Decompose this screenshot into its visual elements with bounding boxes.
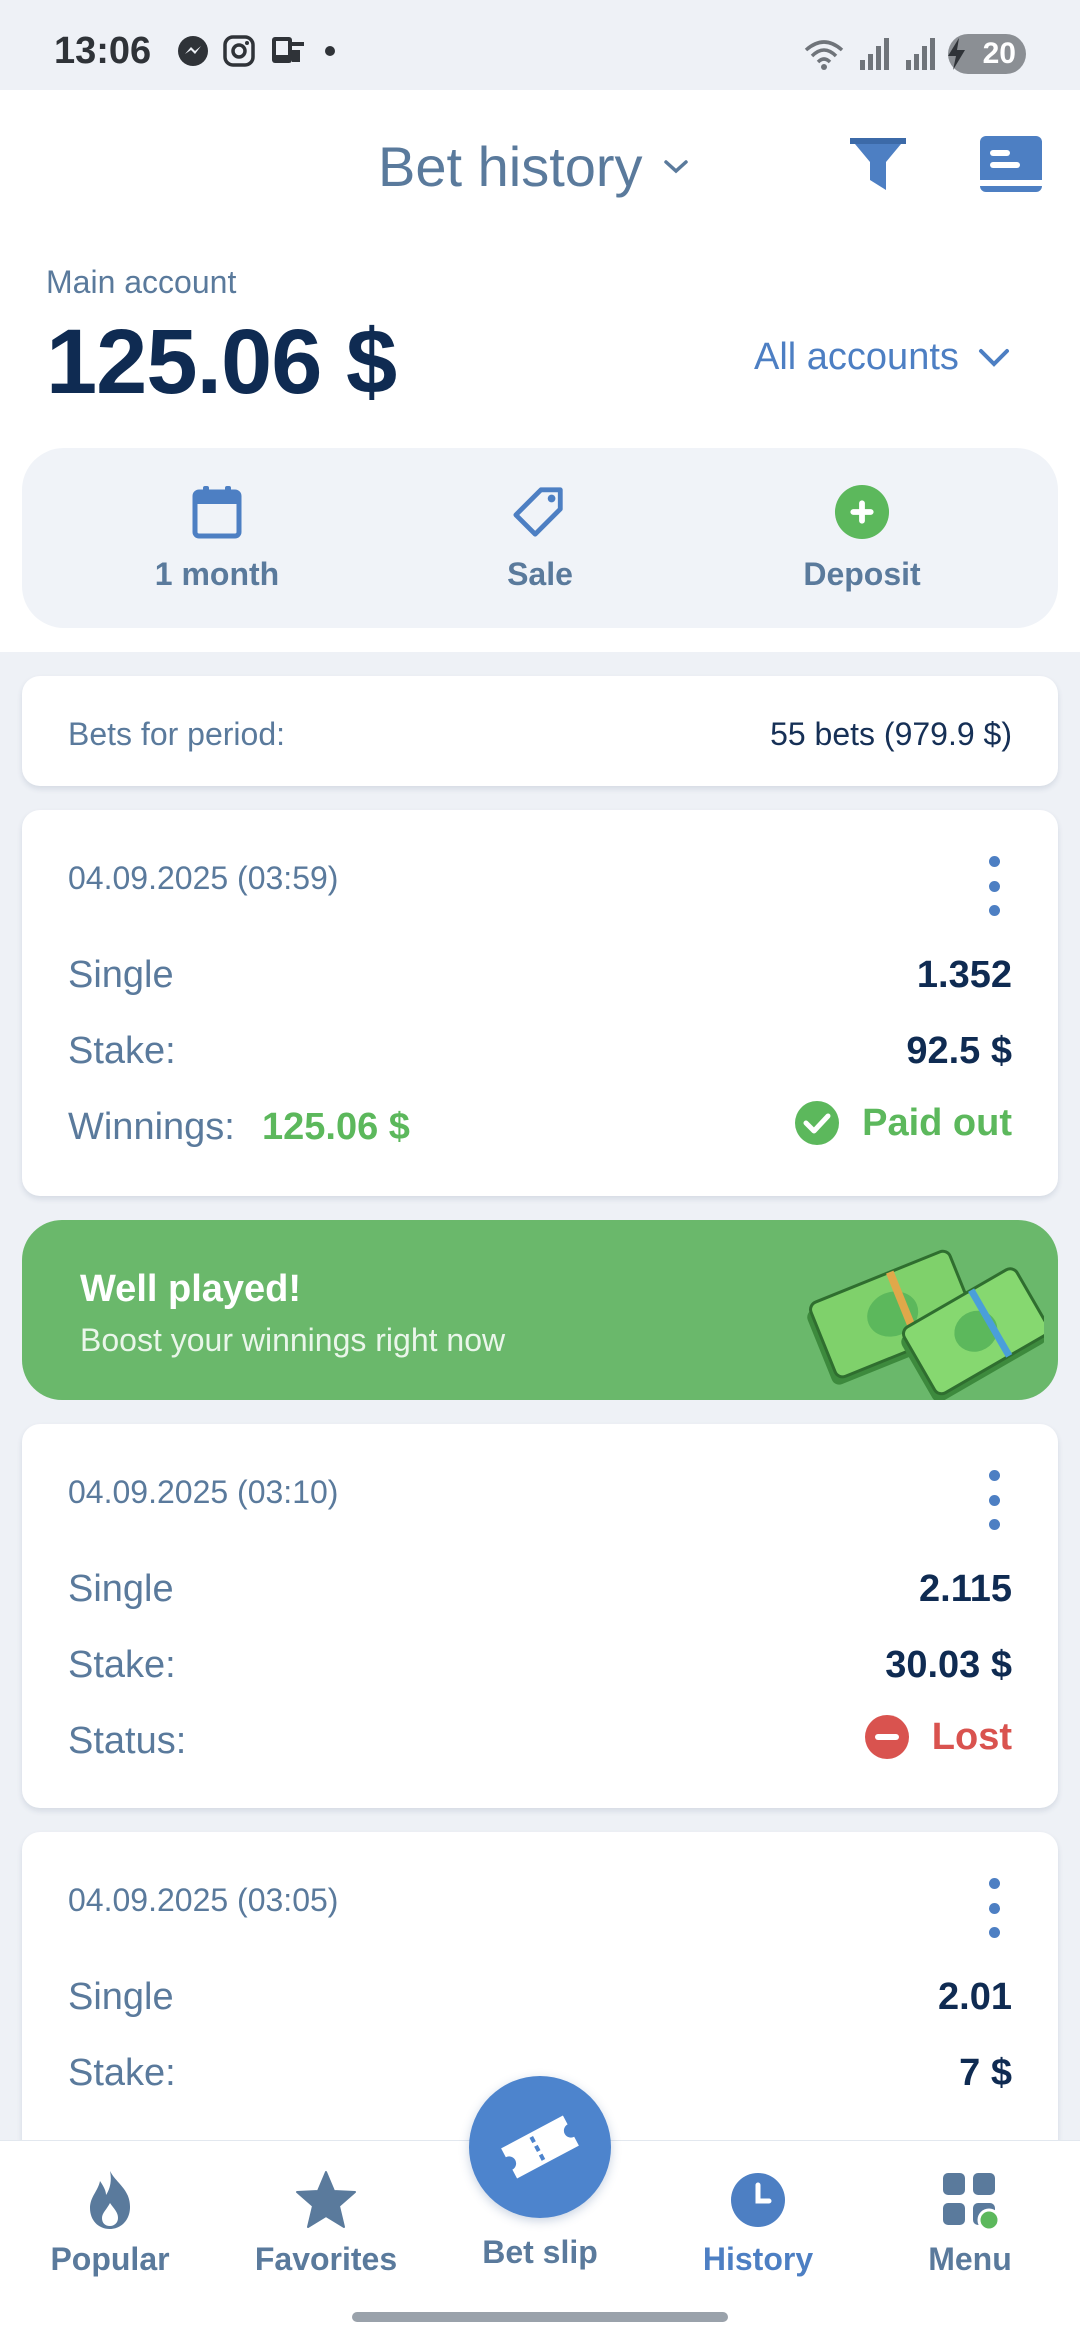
signal-icon-1 — [860, 38, 889, 70]
charging-icon — [948, 38, 965, 70]
nav-popular-label: Popular — [50, 2241, 170, 2277]
flame-icon — [90, 2171, 130, 2229]
bet-odds: 2.115 — [919, 1568, 1012, 1610]
status-time: 13:06 — [54, 30, 152, 72]
page-title: Bet history — [378, 135, 643, 198]
nav-history[interactable]: History — [650, 2141, 866, 2301]
quick-actions: 1 month Sale Deposit — [22, 448, 1058, 628]
title-dropdown[interactable]: Bet history — [378, 134, 691, 199]
all-accounts-label: All accounts — [754, 336, 959, 378]
period-summary: Bets for period: 55 bets (979.9 $) — [22, 676, 1058, 786]
bet-odds: 1.352 — [916, 954, 1012, 996]
bet-card[interactable]: 04.09.2025 (03:59) Single 1.352 Stake: 9… — [22, 810, 1058, 1196]
stake-label: Stake: — [68, 1644, 176, 1686]
period-summary-label: Bets for period: — [68, 716, 285, 752]
header: Bet history Main account 125.06 $ All ac… — [0, 90, 1080, 652]
plus-circle-icon — [834, 484, 890, 540]
more-notifications-icon — [325, 46, 335, 56]
more-options-icon[interactable] — [984, 856, 1004, 916]
winnings-value: 125.06 $ — [262, 1106, 410, 1148]
period-button[interactable]: 1 month — [67, 448, 367, 628]
promo-subtitle: Boost your winnings right now — [80, 1322, 506, 1358]
more-options-icon[interactable] — [984, 1470, 1004, 1530]
stake-label: Stake: — [68, 2052, 176, 2094]
status-bar: 13:06 20 — [0, 0, 1080, 90]
bet-date: 04.09.2025 (03:59) — [68, 860, 339, 896]
filter-icon[interactable] — [846, 132, 910, 196]
status-badge: Lost — [864, 1714, 1012, 1760]
calendar-icon — [192, 486, 242, 539]
bet-slip-label: Bet slip — [482, 2234, 598, 2270]
battery-level: 20 — [982, 37, 1016, 70]
statement-icon[interactable] — [978, 134, 1044, 194]
nav-menu[interactable]: Menu — [862, 2141, 1078, 2301]
nav-favorites[interactable]: Favorites — [218, 2141, 434, 2301]
minus-circle-icon — [864, 1715, 909, 1759]
check-circle-icon — [795, 1101, 840, 1145]
promo-banner[interactable]: Well played! Boost your winnings right n… — [22, 1220, 1058, 1400]
status-text: Lost — [931, 1715, 1012, 1758]
wifi-icon — [804, 40, 844, 70]
bet-type: Single — [68, 1976, 174, 2018]
account-label: Main account — [46, 264, 237, 300]
stake-value: 7 $ — [959, 2052, 1012, 2094]
status-label: Status: — [68, 1720, 187, 1762]
bet-odds: 2.01 — [938, 1976, 1012, 2018]
chevron-down-icon — [978, 348, 1009, 367]
winnings-label: Winnings: — [68, 1106, 235, 1148]
bet-card[interactable]: 04.09.2025 (03:10) Single 2.115 Stake: 3… — [22, 1424, 1058, 1808]
home-indicator[interactable] — [352, 2312, 728, 2322]
bet-slip-button[interactable] — [469, 2076, 611, 2218]
notification-icons — [176, 34, 340, 68]
period-label: 1 month — [154, 556, 280, 592]
bet-date: 04.09.2025 (03:10) — [68, 1474, 339, 1510]
sale-label: Sale — [507, 556, 573, 592]
instagram-icon — [223, 35, 255, 67]
stake-value: 92.5 $ — [906, 1030, 1012, 1072]
battery-indicator: 20 — [948, 34, 1026, 74]
stake-label: Stake: — [68, 1030, 176, 1072]
nav-history-label: History — [702, 2241, 814, 2277]
nav-menu-label: Menu — [928, 2241, 1012, 2277]
all-accounts-dropdown[interactable]: All accounts — [754, 336, 1011, 379]
period-summary-value: 55 bets (979.9 $) — [770, 716, 1012, 752]
messenger-icon — [178, 36, 208, 66]
signal-icon-2 — [906, 38, 935, 70]
stake-value: 30.03 $ — [885, 1644, 1012, 1686]
grid-menu-icon — [943, 2173, 1001, 2231]
app-notification-icon — [272, 37, 304, 63]
star-icon — [296, 2171, 356, 2228]
status-text: Paid out — [862, 1101, 1012, 1144]
bet-type: Single — [68, 1568, 174, 1610]
chevron-down-icon — [663, 159, 688, 173]
bet-date: 04.09.2025 (03:05) — [68, 1882, 339, 1918]
money-stack-icon — [807, 1249, 1044, 1400]
clock-icon — [731, 2173, 785, 2227]
account-balance: 125.06 $ — [46, 311, 397, 413]
system-icons: 20 — [802, 34, 1026, 74]
status-badge: Paid out — [794, 1100, 1012, 1146]
more-options-icon[interactable] — [984, 1878, 1004, 1938]
nav-favorites-label: Favorites — [254, 2241, 398, 2277]
ticket-icon — [501, 2115, 579, 2179]
deposit-button[interactable]: Deposit — [712, 448, 1012, 628]
promo-title: Well played! — [80, 1268, 302, 1310]
deposit-label: Deposit — [803, 556, 921, 592]
nav-popular[interactable]: Popular — [2, 2141, 218, 2301]
tag-icon — [513, 487, 563, 537]
bet-type: Single — [68, 954, 174, 996]
sale-button[interactable]: Sale — [390, 448, 690, 628]
